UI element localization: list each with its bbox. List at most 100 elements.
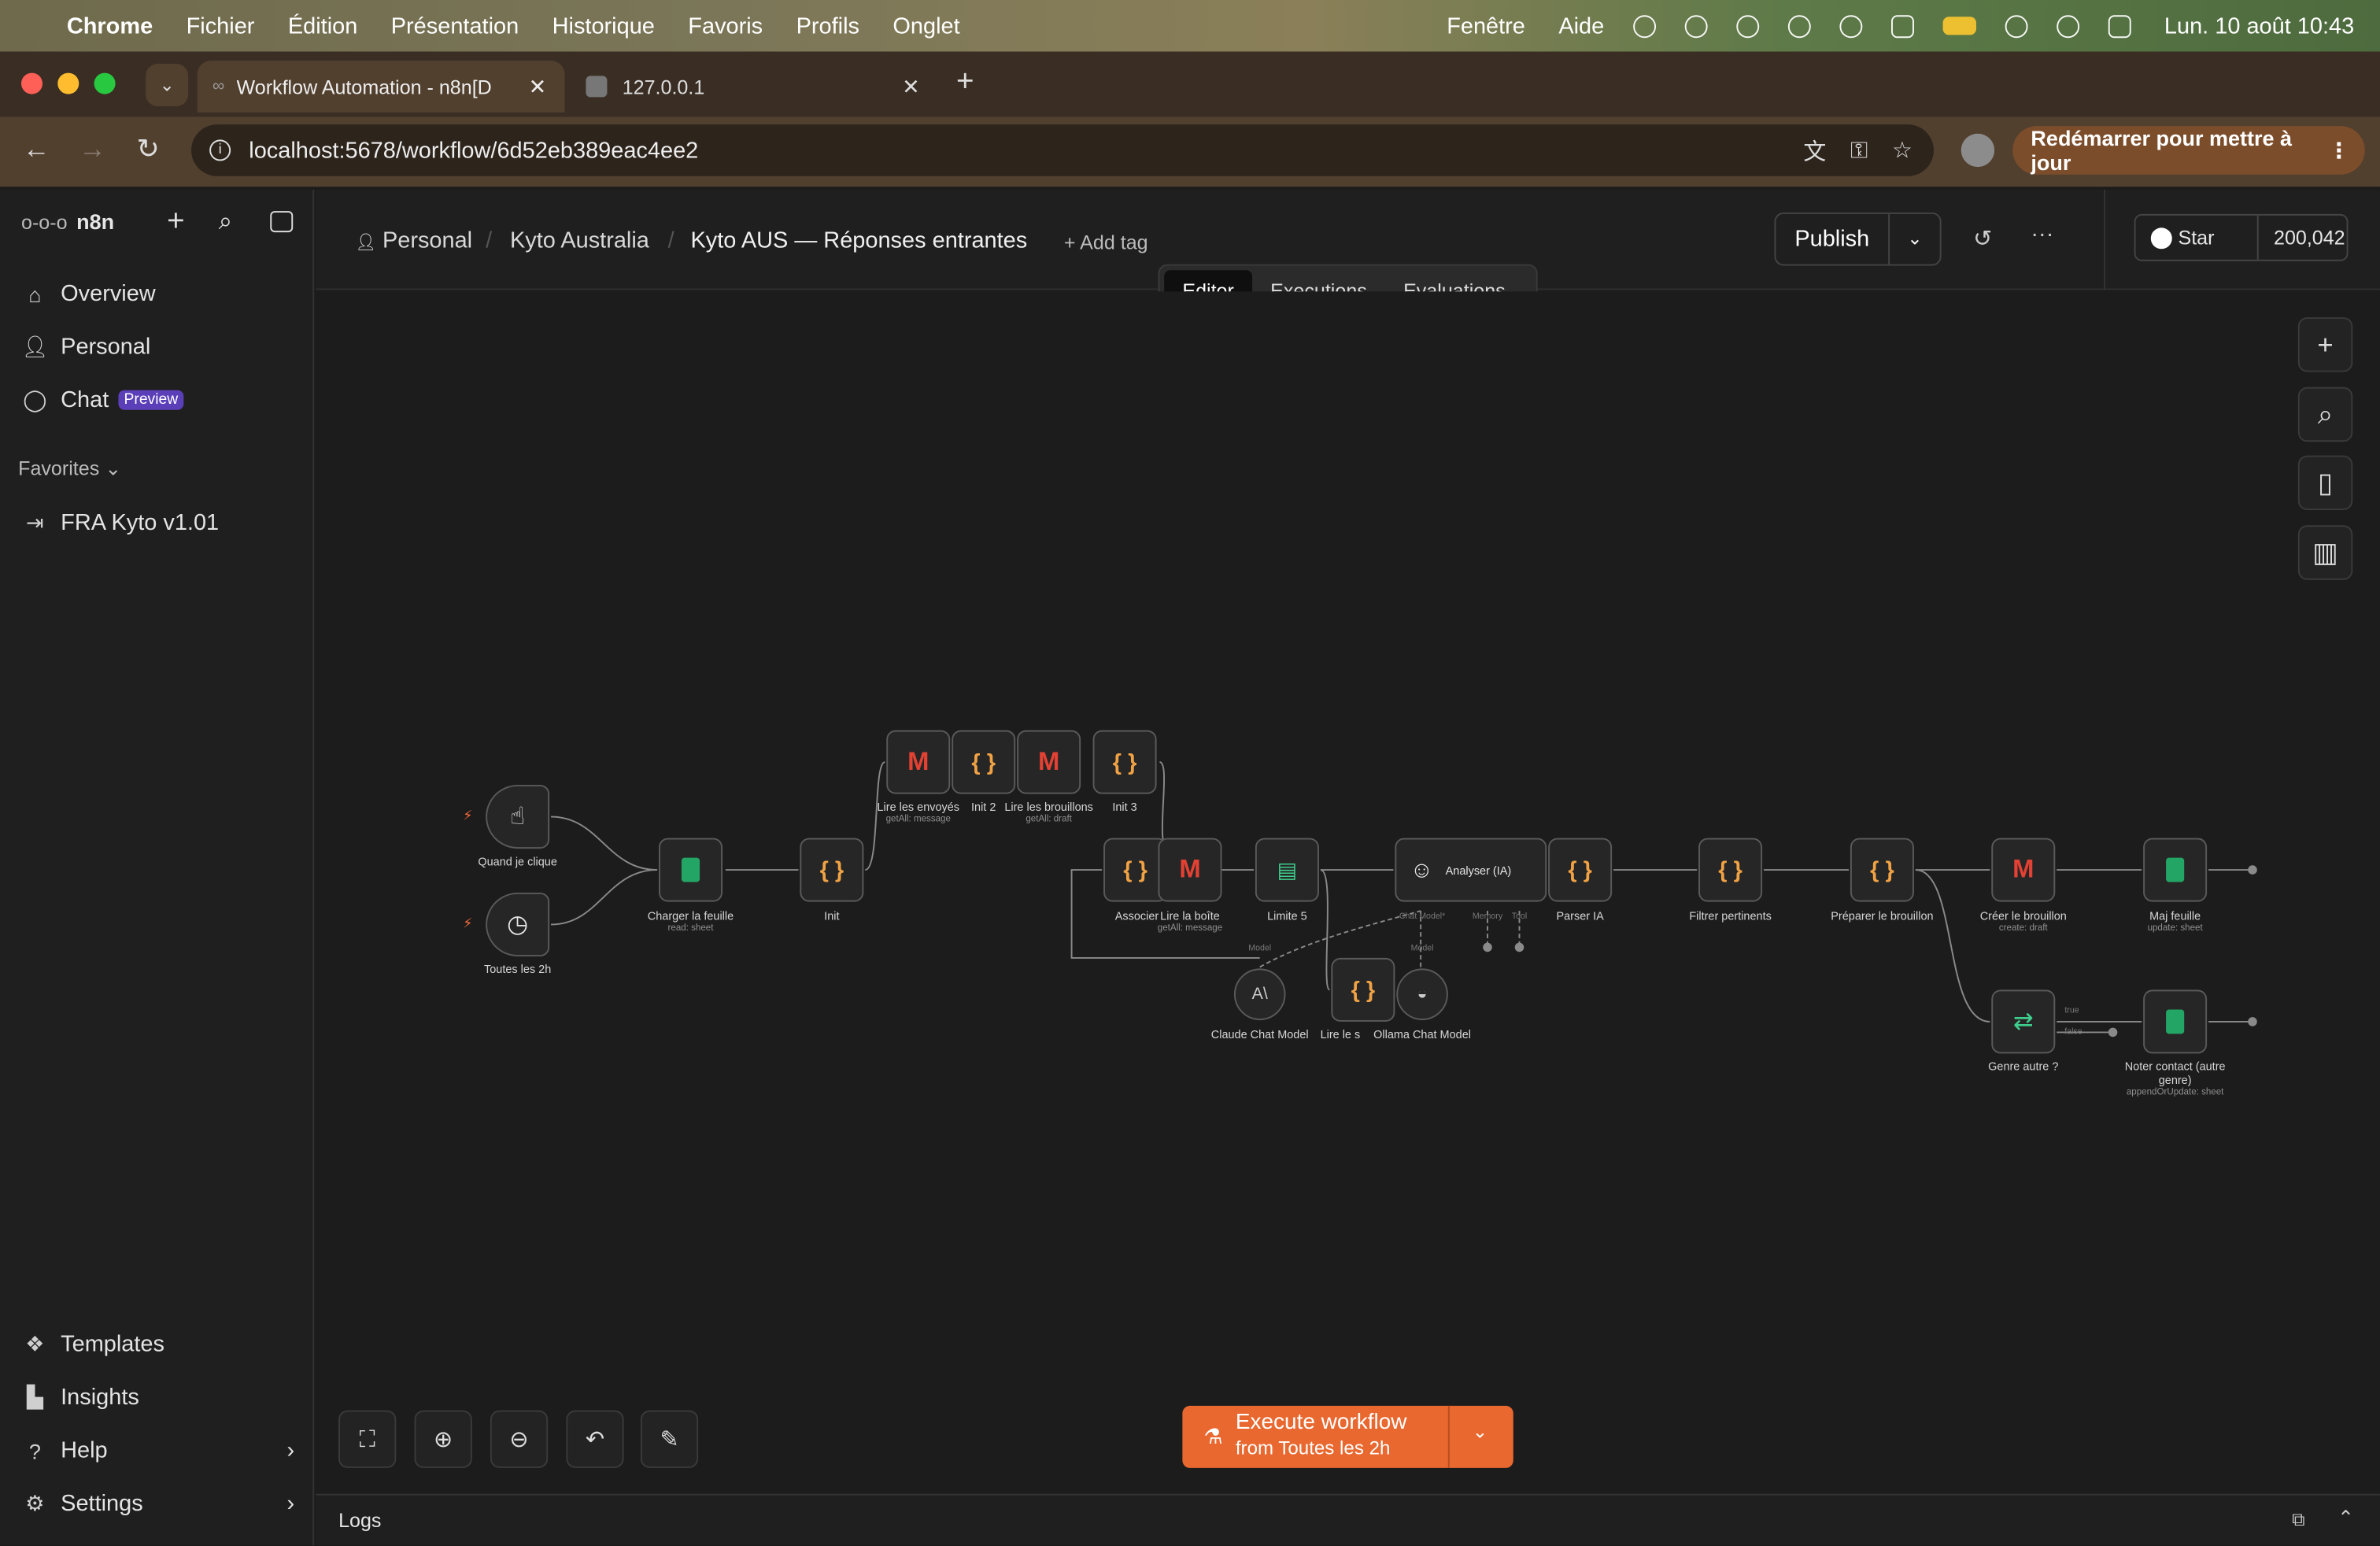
chevron-down-icon[interactable]: ⌄ — [1473, 1421, 1488, 1442]
node-label: Toutes les 2h — [484, 962, 552, 977]
node-init[interactable]: { } — [800, 838, 864, 902]
node-subtitle: update: sheet — [2147, 924, 2203, 934]
tidy-up-button[interactable]: ✎ — [640, 1410, 699, 1468]
node-label: Créer le brouillon — [1979, 909, 2067, 923]
node-genre-autre[interactable]: ⇄ — [1991, 989, 2056, 1054]
sticky-note-button[interactable]: ▯ — [2297, 455, 2353, 510]
edge — [1915, 869, 1990, 1023]
branch-true-label: true — [2064, 1006, 2079, 1016]
add-tool-icon[interactable] — [1514, 942, 1524, 952]
execute-subtitle: from Toutes les 2h — [1235, 1437, 1391, 1459]
node-preparer-brouillon[interactable]: { } — [1850, 838, 1914, 902]
flask-icon: ⚗ — [1203, 1423, 1223, 1448]
trigger-bolt-icon: ⚡ — [463, 807, 473, 823]
add-node-button[interactable]: + — [2297, 317, 2353, 372]
port-label: Model — [1248, 944, 1272, 954]
node-noter-contact[interactable] — [2143, 989, 2208, 1054]
node-parser-ia[interactable]: { } — [1548, 838, 1613, 902]
fit-view-icon: ⛶ — [359, 1426, 375, 1452]
node-subtitle: getAll: message — [1157, 924, 1223, 934]
port-label: Model — [1410, 944, 1434, 954]
search-nodes-button[interactable]: ⌕ — [2297, 386, 2353, 442]
node-creer-brouillon[interactable]: M — [1991, 838, 2056, 902]
execute-workflow-button[interactable]: ⚗ Execute workflow from Toutes les 2h ⌄ — [1182, 1405, 1513, 1468]
node-label: Quand je clique — [478, 854, 557, 869]
gmail-icon: M — [2012, 854, 2034, 884]
code-icon: { } — [1568, 856, 1592, 883]
code-icon: { } — [1123, 856, 1148, 883]
google-sheets-icon — [2166, 857, 2185, 882]
node-subtitle: getAll: draft — [1026, 815, 1072, 825]
node-lire-boite[interactable]: M — [1158, 838, 1222, 902]
node-subtitle: getAll: message — [885, 815, 951, 825]
logs-label: Logs — [338, 1508, 382, 1532]
branch-false-label: false — [2064, 1027, 2082, 1037]
code-icon: { } — [1351, 977, 1376, 1003]
google-sheets-icon — [2166, 1009, 2185, 1034]
chevron-up-icon[interactable]: ⌃ — [2338, 1506, 2354, 1530]
zoom-out-button[interactable]: ⊖ — [490, 1410, 549, 1468]
fit-view-button[interactable]: ⛶ — [338, 1410, 397, 1468]
zoom-in-icon: ⊕ — [433, 1426, 453, 1453]
logs-panel[interactable]: Logs ⧉ ⌃ — [316, 1493, 2380, 1546]
node-lire-brouillons[interactable]: M — [1017, 730, 1081, 794]
trigger-bolt-icon: ⚡ — [463, 915, 473, 931]
edge — [1320, 869, 1331, 991]
zoom-out-icon: ⊖ — [509, 1426, 529, 1453]
toggle-panel-button[interactable]: ▥ — [2297, 525, 2353, 580]
code-icon: { } — [819, 856, 844, 883]
node-maj-feuille[interactable] — [2143, 838, 2208, 902]
node-analyser-ia[interactable]: ☺ Analyser (IA) — [1395, 838, 1547, 902]
node-subtitle: create: draft — [1998, 924, 2048, 934]
node-label: Noter contact (autre genre) — [2124, 1060, 2226, 1087]
panel-icon: ▥ — [2312, 536, 2338, 568]
node-claude-chat-model[interactable]: A\ — [1233, 968, 1286, 1020]
node-charger-feuille[interactable] — [658, 838, 722, 902]
plus-icon: + — [2317, 328, 2334, 360]
gmail-icon: M — [1037, 746, 1060, 776]
node-subtitle: read: sheet — [667, 924, 714, 934]
add-output-icon[interactable] — [2248, 865, 2257, 875]
popout-icon[interactable]: ⧉ — [2292, 1509, 2305, 1532]
gmail-icon: M — [1179, 854, 1201, 884]
undo-icon: ↶ — [585, 1426, 605, 1453]
node-label: Ollama Chat Model — [1373, 1027, 1471, 1041]
node-label: Limite 5 — [1267, 909, 1307, 923]
zoom-in-button[interactable]: ⊕ — [414, 1410, 472, 1468]
code-icon: { } — [1718, 856, 1743, 883]
node-lire-le-s[interactable]: { } — [1331, 957, 1395, 1022]
search-icon: ⌕ — [2317, 398, 2334, 429]
execute-title: Execute workflow — [1235, 1410, 1407, 1435]
node-filtrer-pertinents[interactable]: { } — [1698, 838, 1763, 902]
broom-icon: ✎ — [660, 1426, 679, 1453]
execute-divider — [1447, 1405, 1450, 1468]
node-label: Init — [824, 909, 840, 923]
node-ollama-chat-model[interactable]: ◒ — [1396, 968, 1448, 1020]
node-subtitle: appendOrUpdate: sheet — [2126, 1088, 2224, 1098]
node-label: Maj feuille — [2149, 909, 2201, 923]
node-label: Charger la feuille — [647, 909, 734, 923]
node-label: Init 3 — [1112, 800, 1137, 814]
node-init-3[interactable]: { } — [1092, 730, 1157, 794]
node-limite-5[interactable]: ▤ — [1255, 838, 1319, 902]
node-schedule-trigger[interactable]: ◷ — [486, 892, 550, 956]
code-icon: { } — [1112, 749, 1137, 775]
anthropic-icon: A\ — [1251, 985, 1268, 1004]
note-icon: ▯ — [2318, 467, 2334, 497]
undo-button[interactable]: ↶ — [566, 1410, 624, 1468]
node-label: Analyser (IA) — [1445, 863, 1512, 877]
ollama-icon: ◒ — [1417, 985, 1428, 1004]
limit-icon: ▤ — [1277, 856, 1298, 882]
clock-icon: ◷ — [507, 912, 529, 938]
node-init-2[interactable]: { } — [952, 730, 1016, 794]
node-label: Genre autre ? — [1988, 1060, 2059, 1074]
node-label: Filtrer pertinents — [1689, 909, 1772, 923]
google-sheets-icon — [681, 857, 700, 882]
gmail-icon: M — [907, 746, 929, 776]
node-manual-trigger[interactable]: ☝ — [486, 785, 550, 849]
add-output-icon[interactable] — [2248, 1017, 2257, 1026]
pointer-icon: ☝ — [510, 804, 526, 830]
node-lire-envoyes[interactable]: M — [886, 730, 951, 794]
code-icon: { } — [1870, 856, 1894, 883]
connections-layer — [551, 761, 2257, 1037]
